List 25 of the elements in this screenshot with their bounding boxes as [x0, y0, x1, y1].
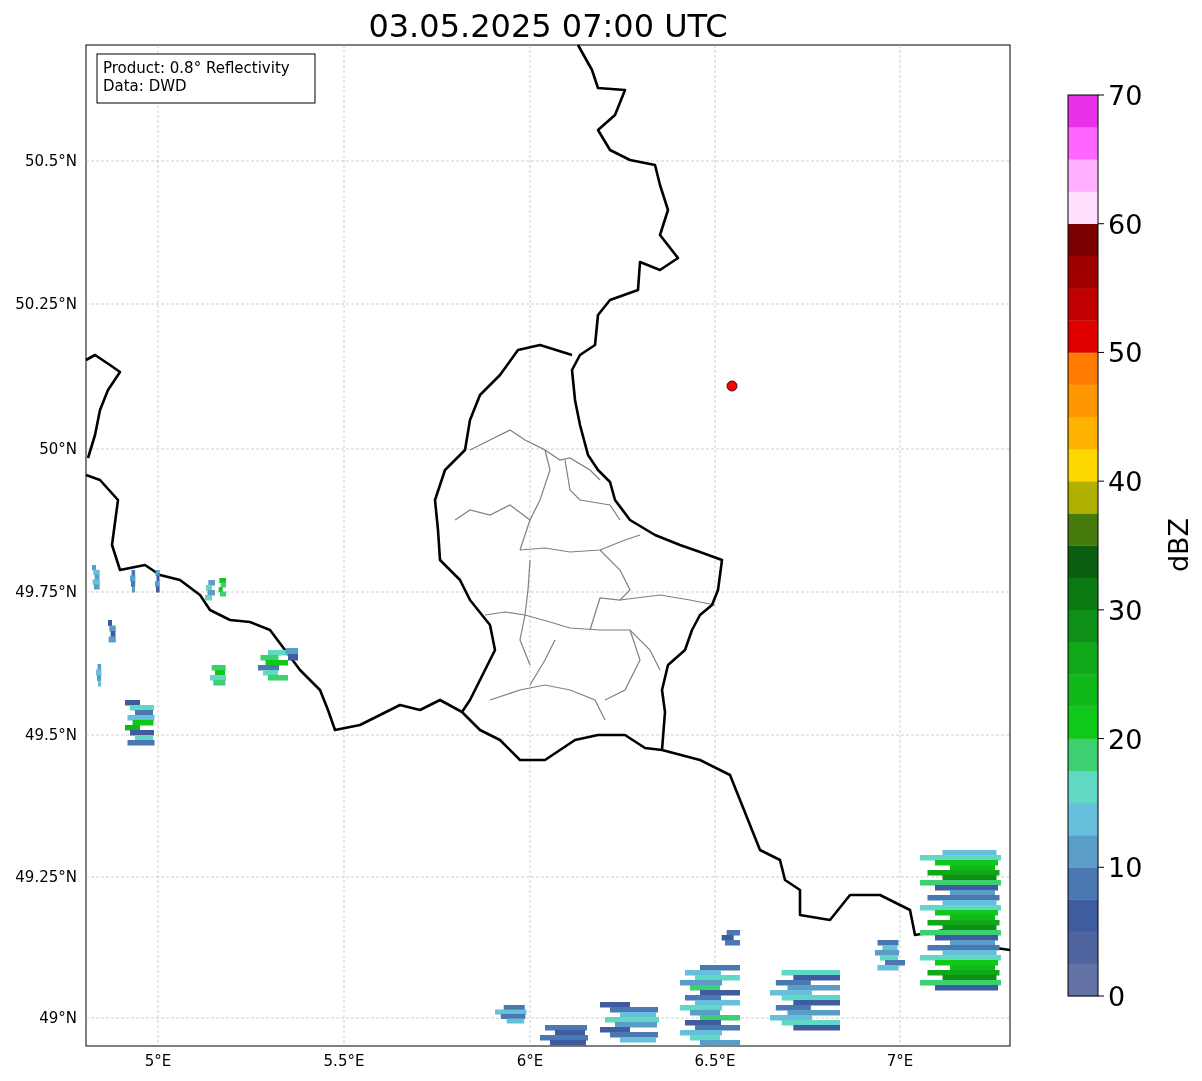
latitude-label: 49.5°N: [24, 726, 77, 744]
colorbar-tick-label: 30: [1108, 594, 1143, 626]
latitude-label: 49.25°N: [15, 868, 77, 886]
latitude-label: 49.75°N: [15, 583, 77, 601]
colorbar-tick-label: 40: [1108, 466, 1143, 498]
info-text: Product: 0.8° Reflectivity: [103, 59, 290, 77]
colorbar-tick-label: 50: [1108, 337, 1143, 369]
latitude-label: 50°N: [39, 440, 77, 458]
latitude-label: 50.25°N: [15, 295, 77, 313]
colorbar-tick-label: 20: [1108, 723, 1143, 755]
longitude-label: 5°E: [144, 1052, 172, 1070]
info-text: Data: DWD: [103, 77, 187, 95]
colorbar-label: dBZ: [1163, 517, 1194, 573]
longitude-label: 6.5°E: [694, 1052, 736, 1070]
longitude-label: 5.5°E: [323, 1052, 365, 1070]
colorbar-tick-label: 0: [1108, 981, 1126, 1012]
latitude-label: 49°N: [39, 1009, 77, 1027]
radar-site-marker: [726, 380, 738, 392]
colorbar-tick-label: 10: [1108, 852, 1143, 884]
latitude-label: 50.5°N: [24, 152, 77, 170]
longitude-label: 6°E: [516, 1052, 544, 1070]
longitude-label: 7°E: [886, 1052, 914, 1070]
colorbar-tick-label: 60: [1108, 208, 1143, 240]
chart-title: 03.05.2025 07:00 UTC: [368, 7, 728, 45]
colorbar-tick-label: 70: [1108, 80, 1143, 111]
